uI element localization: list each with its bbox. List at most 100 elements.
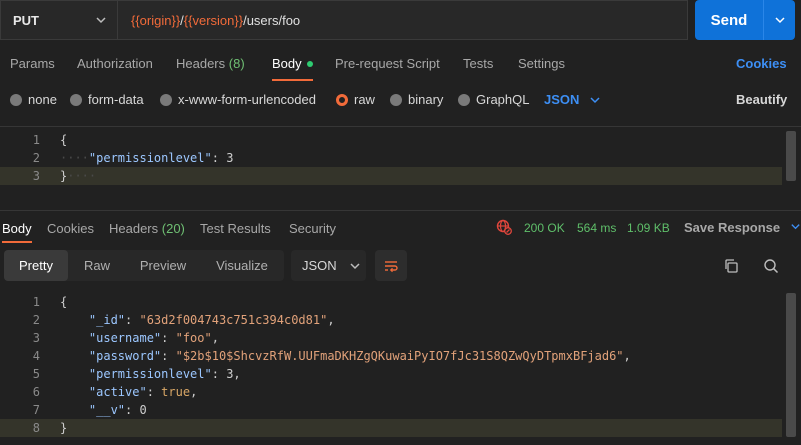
json-value: "$2b$10$ShcvzRfW.UUFmaDKHZgQKuwaiPyIO7fJ… — [175, 349, 624, 363]
code-line: 3 "username": "foo", — [0, 329, 782, 347]
radio-raw-label: raw — [354, 92, 375, 107]
radio-form-data[interactable]: form-data — [70, 92, 144, 107]
line-number: 2 — [32, 151, 40, 165]
code-text: "username": "foo", — [88, 331, 219, 345]
line-number: 1 — [32, 133, 40, 147]
tab-authorization[interactable]: Authorization — [77, 56, 153, 71]
send-button[interactable]: Send — [695, 0, 795, 40]
code-text: "permissionlevel": 3, — [88, 367, 241, 381]
response-tab-headers[interactable]: Headers (20) — [109, 221, 185, 236]
tab-tests[interactable]: Tests — [463, 56, 493, 71]
radio-binary-label: binary — [408, 92, 444, 107]
response-tab-body[interactable]: Body — [2, 221, 32, 236]
line-number: 8 — [32, 421, 40, 435]
response-tab-test-results[interactable]: Test Results — [200, 221, 271, 236]
line-number: 7 — [32, 403, 40, 417]
request-body-editor[interactable]: 1 { 2 ····"permissionlevel": 3 3 }···· — [0, 126, 801, 204]
code-line: 1 { — [0, 293, 782, 311]
active-tab-indicator — [272, 79, 313, 81]
tab-body[interactable]: Body — [272, 56, 313, 71]
response-tab-cookies[interactable]: Cookies — [47, 221, 94, 236]
search-button[interactable] — [761, 256, 781, 276]
wrap-lines-button[interactable] — [375, 250, 407, 281]
code-text: "__v": 0 — [88, 403, 147, 417]
tab-settings[interactable]: Settings — [518, 56, 565, 71]
status-code[interactable]: 200 OK — [524, 221, 565, 235]
method-label: PUT — [13, 12, 39, 28]
line-number: 1 — [32, 295, 40, 309]
radio-none[interactable]: none — [10, 92, 57, 107]
json-comma: , — [233, 367, 241, 381]
view-preview[interactable]: Preview — [126, 250, 200, 281]
tab-headers[interactable]: Headers (8) — [176, 56, 245, 71]
code-line-current: 3 }···· — [0, 167, 782, 185]
chevron-down-icon — [774, 17, 785, 24]
radio-circle — [390, 93, 402, 106]
radio-circle — [10, 93, 22, 106]
json-comma: , — [211, 331, 219, 345]
line-number: 4 — [32, 349, 40, 363]
code-text: ····"permissionlevel": 3 — [60, 151, 234, 165]
radio-urlencoded[interactable]: x-www-form-urlencoded — [160, 92, 316, 107]
url-input[interactable]: {{origin}} / {{version}}/users/foo — [117, 0, 688, 40]
beautify-link[interactable]: Beautify — [736, 92, 787, 107]
code-text: { — [60, 295, 68, 309]
view-pretty[interactable]: Pretty — [4, 250, 68, 281]
body-type-selector: none form-data x-www-form-urlencoded raw… — [0, 88, 801, 112]
globe-error-icon[interactable] — [496, 219, 512, 235]
radio-urlencoded-label: x-www-form-urlencoded — [178, 92, 316, 107]
language-select[interactable]: JSON — [544, 92, 601, 107]
line-number: 6 — [32, 385, 40, 399]
cookies-link[interactable]: Cookies — [736, 56, 787, 71]
view-visualize[interactable]: Visualize — [200, 250, 284, 281]
code-text: }···· — [60, 169, 97, 183]
response-body-viewer[interactable]: 1 { 2 "_id": "63d2f004743c751c394c0d81",… — [0, 291, 801, 445]
view-mode-switcher: Pretty Raw Preview Visualize — [4, 250, 284, 281]
tab-body-label: Body — [272, 56, 302, 71]
response-tabs: Body Cookies Headers (20) Test Results S… — [0, 210, 801, 244]
radio-raw[interactable]: raw — [336, 92, 375, 107]
json-value: "63d2f004743c751c394c0d81" — [139, 313, 328, 327]
code-line: 6 "active": true, — [0, 383, 782, 401]
code-line: 5 "permissionlevel": 3, — [0, 365, 782, 383]
code-text: "password": "$2b$10$ShcvzRfW.UUFmaDKHZgQ… — [88, 349, 631, 363]
tab-pre-request-script[interactable]: Pre-request Script — [335, 56, 440, 71]
json-comma: , — [327, 313, 335, 327]
radio-none-label: none — [28, 92, 57, 107]
chevron-down-icon — [350, 262, 360, 269]
response-tab-security[interactable]: Security — [289, 221, 336, 236]
radio-circle — [458, 93, 470, 106]
save-response-button[interactable]: Save Response — [684, 220, 801, 235]
line-number: 3 — [32, 331, 40, 345]
json-value: "foo" — [175, 331, 212, 345]
headers-count: (8) — [228, 56, 245, 71]
code-line: 2 ····"permissionlevel": 3 — [0, 149, 782, 167]
response-size[interactable]: 1.09 KB — [627, 221, 670, 235]
code-text: } — [60, 421, 68, 435]
send-options-dropdown[interactable] — [764, 14, 795, 26]
json-key: "username" — [88, 331, 162, 345]
language-label: JSON — [544, 92, 580, 107]
response-format-select[interactable]: JSON — [291, 250, 366, 281]
tab-params[interactable]: Params — [10, 56, 55, 71]
response-time[interactable]: 564 ms — [577, 221, 616, 235]
editor-scrollbar[interactable] — [786, 131, 796, 181]
json-comma: , — [623, 349, 631, 363]
code-text: { — [60, 133, 68, 147]
url-origin-variable: {{origin}} — [131, 12, 181, 28]
body-modified-dot — [306, 60, 313, 67]
line-number: 5 — [32, 367, 40, 381]
wrap-lines-icon — [385, 260, 398, 272]
radio-graphql[interactable]: GraphQL — [458, 92, 529, 107]
json-key: "permissionlevel" — [88, 367, 212, 381]
json-key: "permissionlevel" — [88, 151, 212, 165]
save-response-label: Save Response — [684, 220, 781, 235]
request-tabs: Params Authorization Headers (8) Body Pr… — [0, 46, 801, 82]
view-raw[interactable]: Raw — [68, 250, 126, 281]
line-number: 2 — [32, 313, 40, 327]
radio-graphql-label: GraphQL — [476, 92, 530, 107]
response-scrollbar[interactable] — [786, 293, 796, 437]
copy-button[interactable] — [721, 256, 741, 276]
radio-binary[interactable]: binary — [390, 92, 443, 107]
method-select[interactable]: PUT — [0, 0, 117, 40]
